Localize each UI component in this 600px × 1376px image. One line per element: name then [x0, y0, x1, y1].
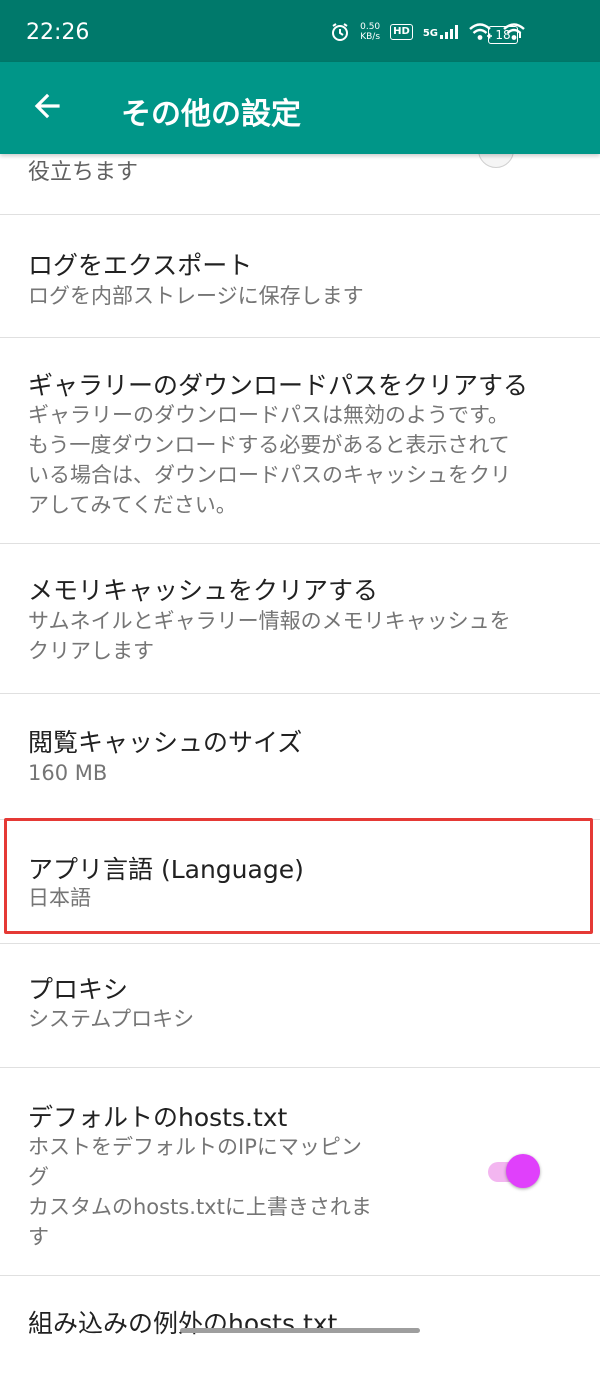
setting-summary-line: アしてみてください。: [28, 493, 237, 517]
hd-icon: HD: [390, 24, 413, 40]
setting-title: アプリ言語 (Language): [28, 855, 304, 884]
battery-level: 18: [495, 28, 511, 42]
back-button[interactable]: [26, 84, 70, 128]
setting-summary-line: ギャラリーのダウンロードパスは無効のようです。: [28, 403, 509, 427]
setting-summary-line: す: [28, 1225, 49, 1249]
signal-bars-icon: [440, 25, 458, 39]
setting-summary-line: いる場合は、ダウンロードパスのキャッシュをクリ: [28, 463, 511, 487]
settings-list: 役立ちます ログをエクスポート ログを内部ストレージに保存します ギャラリーのダ…: [0, 132, 600, 1376]
alarm-icon: [332, 23, 349, 41]
network-speed: 0.50 KB/s: [360, 22, 380, 42]
setting-summary-line: もう一度ダウンロードする必要があると表示されて: [28, 433, 510, 457]
battery-icon: 18: [488, 26, 521, 44]
gesture-navigation-bar[interactable]: [180, 1328, 420, 1333]
setting-clear-memory-cache[interactable]: メモリキャッシュをクリアする サムネイルとギャラリー情報のメモリキャッシュを ク…: [0, 544, 600, 694]
status-bar: 22:26 0.50 KB/s HD 5G 18: [0, 0, 600, 62]
setting-summary-line: ホストをデフォルトのIPにマッピン: [28, 1135, 362, 1159]
setting-title: 閲覧キャッシュのサイズ: [28, 728, 303, 757]
network-speed-value: 0.50: [360, 22, 381, 32]
setting-builtin-exceptions[interactable]: 組み込みの例外のhosts.txt: [0, 1276, 600, 1376]
setting-summary: 日本語: [28, 886, 91, 910]
setting-default-hosts[interactable]: デフォルトのhosts.txt ホストをデフォルトのIPにマッピン グ カスタム…: [0, 1068, 600, 1276]
setting-export-logs[interactable]: ログをエクスポート ログを内部ストレージに保存します: [0, 215, 600, 338]
toggle-thumb: [506, 1154, 540, 1188]
setting-summary: システムプロキシ: [28, 1007, 195, 1031]
page-title: その他の設定: [121, 97, 301, 132]
setting-title: プロキシ: [28, 975, 129, 1004]
network-type-label: 5G: [422, 28, 438, 39]
network-speed-unit: KB/s: [360, 32, 381, 42]
setting-item-partial[interactable]: 役立ちます: [0, 132, 600, 215]
setting-title: ログをエクスポート: [28, 251, 253, 280]
back-arrow-icon: [34, 93, 60, 119]
signal-5g: 5G: [423, 25, 458, 39]
setting-title: 組み込みの例外のhosts.txt: [28, 1309, 338, 1338]
setting-summary: 役立ちます: [28, 160, 139, 185]
setting-summary: ログを内部ストレージに保存します: [28, 284, 364, 308]
app-bar: その他の設定: [0, 62, 600, 154]
setting-summary-line: グ: [28, 1165, 49, 1189]
default-hosts-toggle[interactable]: [484, 1152, 544, 1192]
setting-summary-line: クリアします: [28, 639, 154, 663]
setting-title: ギャラリーのダウンロードパスをクリアする: [28, 371, 529, 400]
setting-read-cache-size[interactable]: 閲覧キャッシュのサイズ 160 MB: [0, 694, 600, 820]
setting-app-language[interactable]: アプリ言語 (Language) 日本語: [0, 820, 600, 944]
clock: 22:26: [26, 20, 90, 45]
setting-summary: 160 MB: [28, 761, 108, 785]
setting-summary-line: サムネイルとギャラリー情報のメモリキャッシュを: [28, 609, 511, 633]
setting-summary-line: カスタムのhosts.txtに上書きされま: [28, 1195, 372, 1219]
setting-clear-download-path[interactable]: ギャラリーのダウンロードパスをクリアする ギャラリーのダウンロードパスは無効のよ…: [0, 338, 600, 544]
setting-title: デフォルトのhosts.txt: [28, 1103, 288, 1132]
setting-proxy[interactable]: プロキシ システムプロキシ: [0, 944, 600, 1068]
setting-title: メモリキャッシュをクリアする: [28, 576, 379, 605]
